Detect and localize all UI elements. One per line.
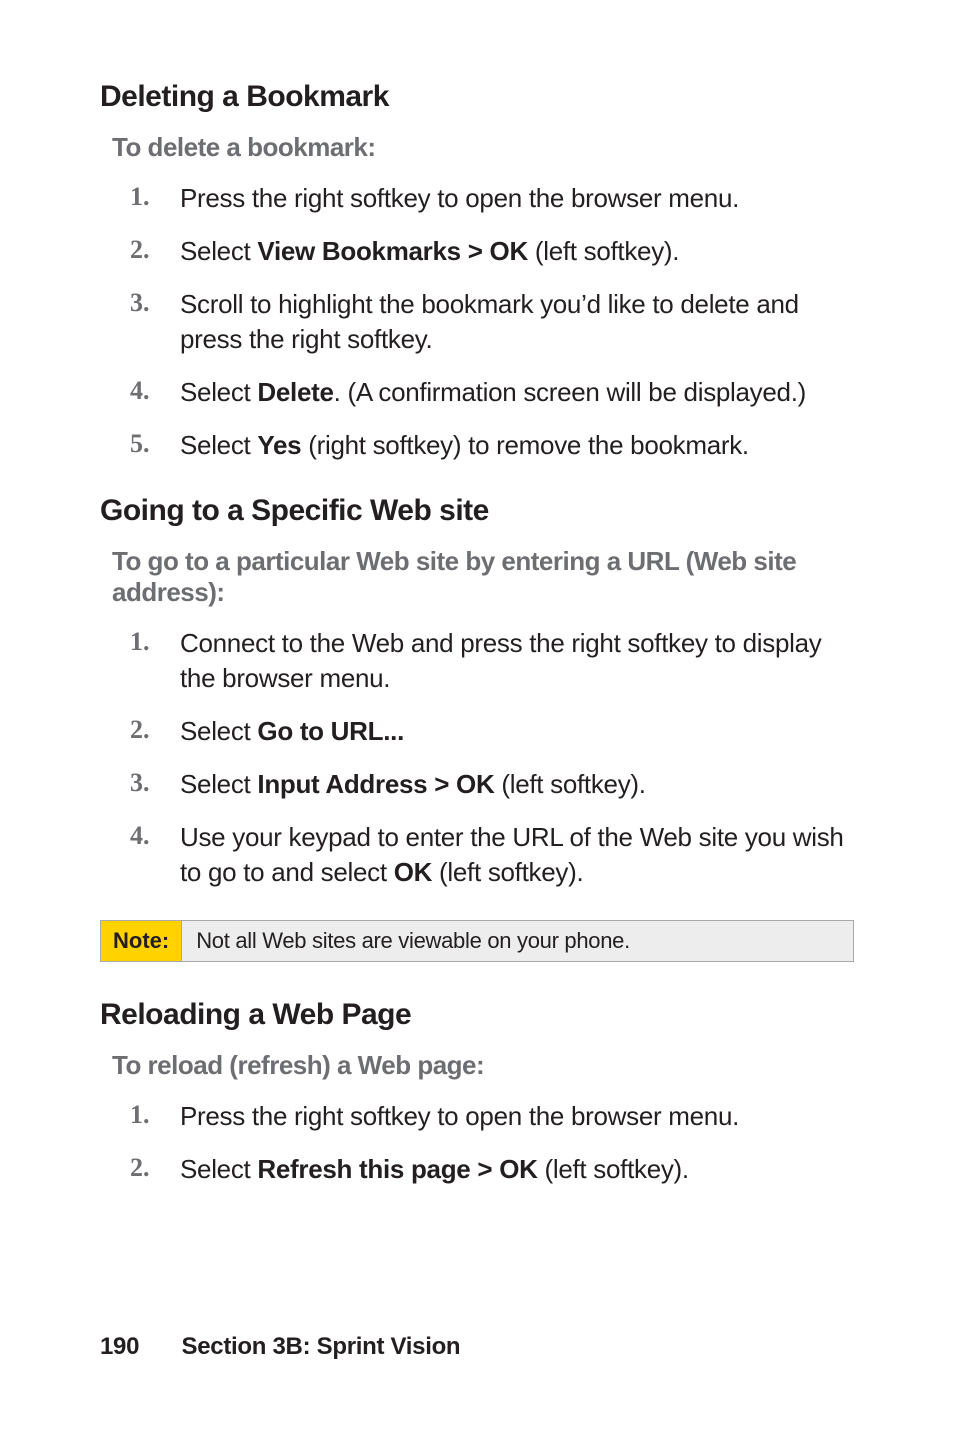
lead-deleting-bookmark: To delete a bookmark: xyxy=(112,132,854,163)
step: 2. Select Refresh this page > OK (left s… xyxy=(130,1152,854,1187)
step-text: Select Input Address > OK (left softkey)… xyxy=(180,767,854,802)
step-number: 2. xyxy=(130,715,180,745)
step: 1. Press the right softkey to open the b… xyxy=(130,1099,854,1134)
step-text: Scroll to highlight the bookmark you’d l… xyxy=(180,287,854,357)
step: 2. Select View Bookmarks > OK (left soft… xyxy=(130,234,854,269)
step: 1. Press the right softkey to open the b… xyxy=(130,181,854,216)
step: 5. Select Yes (right softkey) to remove … xyxy=(130,428,854,463)
heading-going-to-website: Going to a Specific Web site xyxy=(100,494,854,528)
note-text: Not all Web sites are viewable on your p… xyxy=(182,921,853,961)
page-footer: 190 Section 3B: Sprint Vision xyxy=(100,1333,460,1361)
step-number: 5. xyxy=(130,429,180,459)
step-text: Press the right softkey to open the brow… xyxy=(180,181,854,216)
step-number: 4. xyxy=(130,376,180,406)
step: 4. Select Delete. (A confirmation screen… xyxy=(130,375,854,410)
step-number: 2. xyxy=(130,235,180,265)
step-text: Select Refresh this page > OK (left soft… xyxy=(180,1152,854,1187)
page: Deleting a Bookmark To delete a bookmark… xyxy=(0,0,954,1431)
steps-reloading-webpage: 1. Press the right softkey to open the b… xyxy=(100,1099,854,1187)
step-text: Use your keypad to enter the URL of the … xyxy=(180,820,854,890)
heading-deleting-bookmark: Deleting a Bookmark xyxy=(100,80,854,114)
step-text: Press the right softkey to open the brow… xyxy=(180,1099,854,1134)
lead-going-to-website: To go to a particular Web site by enteri… xyxy=(112,546,854,608)
section-label: Section 3B: Sprint Vision xyxy=(182,1333,461,1360)
step-text: Select Delete. (A confirmation screen wi… xyxy=(180,375,854,410)
step-number: 1. xyxy=(130,1100,180,1130)
step: 2. Select Go to URL... xyxy=(130,714,854,749)
page-number: 190 xyxy=(100,1333,139,1360)
step: 3. Select Input Address > OK (left softk… xyxy=(130,767,854,802)
note-label: Note: xyxy=(101,921,182,961)
step-number: 1. xyxy=(130,182,180,212)
step-number: 3. xyxy=(130,288,180,318)
note-box: Note: Not all Web sites are viewable on … xyxy=(100,920,854,962)
step-text: Select Go to URL... xyxy=(180,714,854,749)
step-number: 2. xyxy=(130,1153,180,1183)
steps-going-to-website: 1. Connect to the Web and press the righ… xyxy=(100,626,854,891)
step-text: Connect to the Web and press the right s… xyxy=(180,626,854,696)
heading-reloading-webpage: Reloading a Web Page xyxy=(100,998,854,1032)
step-number: 4. xyxy=(130,821,180,851)
lead-reloading-webpage: To reload (refresh) a Web page: xyxy=(112,1050,854,1081)
step-number: 3. xyxy=(130,768,180,798)
step-text: Select Yes (right softkey) to remove the… xyxy=(180,428,854,463)
step: 1. Connect to the Web and press the righ… xyxy=(130,626,854,696)
step: 4. Use your keypad to enter the URL of t… xyxy=(130,820,854,890)
steps-deleting-bookmark: 1. Press the right softkey to open the b… xyxy=(100,181,854,464)
step-text: Select View Bookmarks > OK (left softkey… xyxy=(180,234,854,269)
step: 3. Scroll to highlight the bookmark you’… xyxy=(130,287,854,357)
step-number: 1. xyxy=(130,627,180,657)
